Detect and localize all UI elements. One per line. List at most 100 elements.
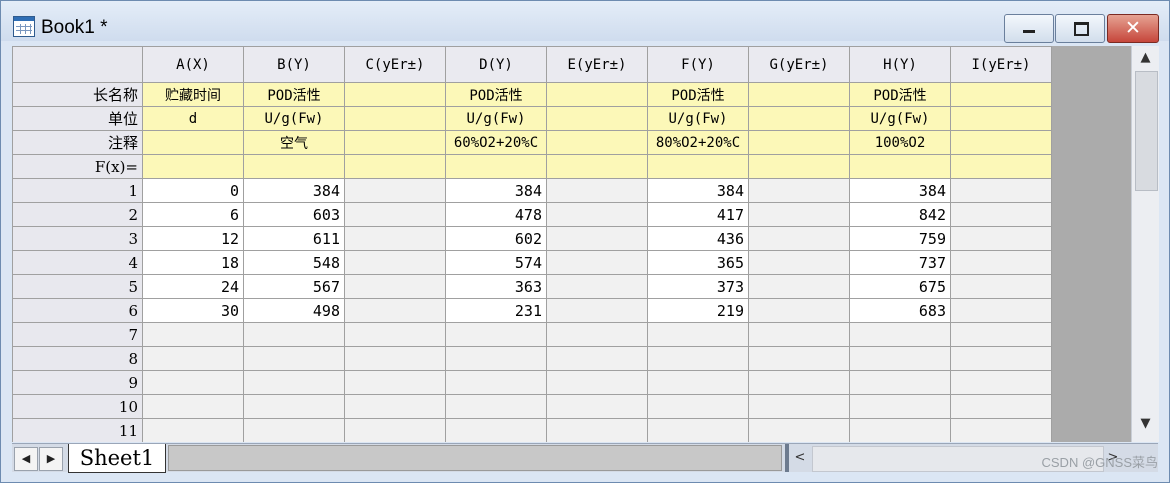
data-cell[interactable]	[344, 274, 446, 299]
data-cell[interactable]	[950, 274, 1052, 299]
data-cell[interactable]	[748, 274, 850, 299]
data-cell[interactable]: 574	[445, 250, 547, 275]
data-cell[interactable]	[950, 418, 1052, 442]
comments-cell[interactable]: 80%O2+20%C	[647, 130, 749, 155]
data-cell[interactable]: 384	[849, 178, 951, 203]
row-number[interactable]: 4	[12, 250, 143, 275]
comments-cell[interactable]	[142, 130, 244, 155]
formula-cell[interactable]	[344, 154, 446, 179]
units-cell[interactable]: U/g(Fw)	[445, 106, 547, 131]
data-cell[interactable]	[546, 346, 648, 371]
data-cell[interactable]: 363	[445, 274, 547, 299]
data-cell[interactable]	[243, 394, 345, 419]
data-cell[interactable]	[748, 322, 850, 347]
data-cell[interactable]	[142, 346, 244, 371]
data-cell[interactable]	[748, 202, 850, 227]
data-cell[interactable]	[748, 394, 850, 419]
data-cell[interactable]	[344, 226, 446, 251]
row-number[interactable]: 5	[12, 274, 143, 299]
row-number[interactable]: 10	[12, 394, 143, 419]
data-cell[interactable]	[546, 298, 648, 323]
tab-sheet1[interactable]: Sheet1	[68, 444, 166, 473]
data-cell[interactable]	[950, 226, 1052, 251]
data-cell[interactable]: 384	[445, 178, 547, 203]
data-cell[interactable]	[546, 322, 648, 347]
comments-cell[interactable]	[748, 130, 850, 155]
column-header[interactable]: B(Y)	[243, 46, 345, 83]
formula-cell[interactable]	[647, 154, 749, 179]
tab-nav-left-icon[interactable]: ◀	[14, 447, 38, 471]
data-cell[interactable]	[647, 370, 749, 395]
row-number[interactable]: 1	[12, 178, 143, 203]
column-header[interactable]: H(Y)	[849, 46, 951, 83]
minimize-button[interactable]	[1004, 14, 1054, 43]
data-cell[interactable]	[748, 250, 850, 275]
data-cell[interactable]	[243, 322, 345, 347]
comments-cell[interactable]: 空气	[243, 130, 345, 155]
data-cell[interactable]	[748, 226, 850, 251]
worksheet-grid-area[interactable]: A(X) B(Y) C(yEr±) D(Y) E(yEr±) F(Y) G(yEr±) H(Y…	[12, 46, 1131, 442]
data-cell[interactable]	[142, 394, 244, 419]
data-cell[interactable]: 231	[445, 298, 547, 323]
long-name-cell[interactable]	[344, 82, 446, 107]
data-cell[interactable]: 548	[243, 250, 345, 275]
data-cell[interactable]: 219	[647, 298, 749, 323]
data-cell[interactable]	[344, 202, 446, 227]
data-cell[interactable]	[546, 418, 648, 442]
long-name-cell[interactable]: 贮藏时间	[142, 82, 244, 107]
data-cell[interactable]	[748, 346, 850, 371]
data-cell[interactable]: 384	[647, 178, 749, 203]
data-cell[interactable]	[142, 322, 244, 347]
data-cell[interactable]	[950, 346, 1052, 371]
data-cell[interactable]	[344, 250, 446, 275]
column-header[interactable]: I(yEr±)	[950, 46, 1052, 83]
data-cell[interactable]	[243, 370, 345, 395]
data-cell[interactable]	[546, 202, 648, 227]
data-cell[interactable]	[344, 418, 446, 442]
data-cell[interactable]: 567	[243, 274, 345, 299]
data-cell[interactable]	[647, 418, 749, 442]
data-cell[interactable]	[445, 394, 547, 419]
long-name-cell[interactable]	[748, 82, 850, 107]
data-cell[interactable]: 683	[849, 298, 951, 323]
data-cell[interactable]: 498	[243, 298, 345, 323]
units-cell[interactable]	[344, 106, 446, 131]
data-cell[interactable]: 842	[849, 202, 951, 227]
row-number[interactable]: 7	[12, 322, 143, 347]
row-number[interactable]: 9	[12, 370, 143, 395]
data-cell[interactable]: 12	[142, 226, 244, 251]
long-name-cell[interactable]: POD活性	[243, 82, 345, 107]
data-cell[interactable]	[546, 370, 648, 395]
data-cell[interactable]	[950, 370, 1052, 395]
data-cell[interactable]: 759	[849, 226, 951, 251]
formula-cell[interactable]	[243, 154, 345, 179]
data-cell[interactable]	[546, 274, 648, 299]
long-name-cell[interactable]	[546, 82, 648, 107]
long-name-cell[interactable]: POD活性	[849, 82, 951, 107]
long-name-cell[interactable]: POD活性	[647, 82, 749, 107]
data-cell[interactable]	[243, 418, 345, 442]
data-cell[interactable]	[445, 370, 547, 395]
units-cell[interactable]	[950, 106, 1052, 131]
scroll-up-icon[interactable]: ▲	[1132, 50, 1159, 72]
close-button[interactable]: ✕	[1107, 14, 1159, 43]
data-cell[interactable]	[344, 370, 446, 395]
data-cell[interactable]	[950, 250, 1052, 275]
column-header[interactable]: D(Y)	[445, 46, 547, 83]
formula-cell[interactable]	[950, 154, 1052, 179]
data-cell[interactable]: 365	[647, 250, 749, 275]
data-cell[interactable]: 18	[142, 250, 244, 275]
data-cell[interactable]: 417	[647, 202, 749, 227]
data-cell[interactable]	[142, 418, 244, 442]
data-cell[interactable]: 603	[243, 202, 345, 227]
data-cell[interactable]	[445, 346, 547, 371]
data-cell[interactable]: 737	[849, 250, 951, 275]
data-cell[interactable]	[849, 370, 951, 395]
data-cell[interactable]	[546, 226, 648, 251]
data-cell[interactable]	[546, 394, 648, 419]
units-cell[interactable]: U/g(Fw)	[849, 106, 951, 131]
formula-cell[interactable]	[445, 154, 547, 179]
row-number[interactable]: 3	[12, 226, 143, 251]
data-cell[interactable]	[344, 322, 446, 347]
formula-cell[interactable]	[849, 154, 951, 179]
